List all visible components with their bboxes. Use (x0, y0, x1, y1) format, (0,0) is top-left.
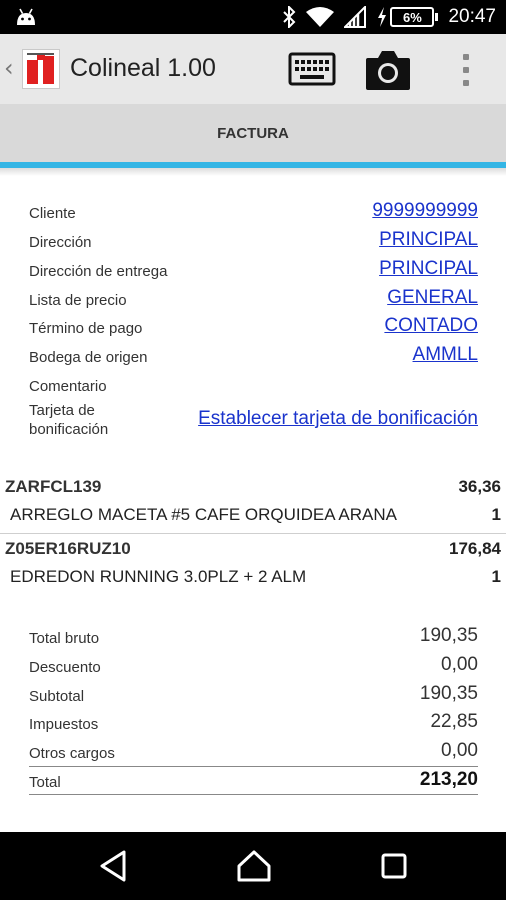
total-value: 190,35 (419, 683, 478, 704)
camera-icon[interactable] (364, 46, 412, 92)
recents-nav-icon[interactable] (374, 846, 414, 886)
home-nav-icon[interactable] (234, 846, 274, 886)
field-label: Término de pago (29, 320, 143, 337)
tab-factura[interactable]: FACTURA (0, 104, 506, 162)
field-value-link[interactable]: GENERAL (387, 287, 478, 309)
grand-total-label: Total (29, 774, 61, 791)
field-value-link[interactable]: PRINCIPAL (379, 258, 478, 280)
battery-charging-icon (378, 7, 387, 27)
field-label: Dirección (29, 234, 92, 251)
clock: 20:47 (448, 6, 496, 27)
total-value: 190,35 (419, 625, 478, 646)
item-amount: 176,84 (449, 539, 501, 558)
keyboard-icon[interactable] (288, 52, 336, 86)
bonus-card-label: Tarjeta de bonificación (29, 402, 109, 438)
field-label: Lista de precio (29, 292, 127, 309)
total-value: 0,00 (441, 740, 478, 761)
field-value-link[interactable]: CONTADO (384, 315, 478, 337)
total-label: Subtotal (29, 688, 85, 705)
android-icon (17, 8, 35, 25)
total-value: 0,00 (441, 654, 478, 675)
total-separator (29, 766, 478, 767)
item-description[interactable]: EDREDON RUNNING 3.0PLZ + 2 ALM (10, 567, 306, 587)
colineal-logo-icon (27, 53, 54, 84)
total-label: Impuestos (29, 716, 99, 733)
back-nav-icon[interactable] (94, 846, 134, 886)
battery-indicator: 6% (376, 7, 439, 27)
item-code[interactable]: Z05ER16RUZ10 (5, 539, 131, 559)
field-label: Bodega de origen (29, 349, 148, 366)
total-label: Otros cargos (29, 745, 115, 762)
item-quantity: 1 (491, 505, 501, 524)
item-amount: 36,36 (458, 477, 501, 496)
action-bar: ‹ Colineal 1.00 (0, 34, 506, 104)
grand-total-value: 213,20 (419, 769, 478, 790)
wifi-icon (306, 7, 335, 27)
field-label: Dirección de entrega (29, 263, 168, 280)
battery-percent: 6% (390, 7, 435, 27)
total-label: Descuento (29, 659, 101, 676)
field-value-link[interactable]: AMMLL (413, 344, 478, 366)
item-divider (0, 533, 506, 534)
item-description[interactable]: ARREGLO MACETA #5 CAFE ORQUIDEA ARANA (10, 505, 397, 525)
set-bonus-card-link[interactable]: Establecer tarjeta de bonificación (198, 408, 478, 430)
overflow-menu-icon[interactable] (454, 52, 478, 88)
status-bar: 6% 20:47 (0, 0, 506, 34)
item-quantity: 1 (491, 567, 501, 586)
total-underline (29, 794, 478, 795)
field-label: Comentario (29, 378, 107, 395)
field-value-link[interactable]: PRINCIPAL (379, 229, 478, 251)
signal-icon (344, 6, 367, 28)
total-value: 22,85 (430, 711, 478, 732)
bluetooth-icon (283, 6, 296, 28)
item-code[interactable]: ZARFCL139 (5, 477, 101, 497)
app-logo[interactable] (22, 49, 60, 89)
navigation-bar (0, 832, 506, 900)
field-value-link[interactable]: 9999999999 (372, 200, 478, 222)
tab-bar: FACTURA (0, 104, 506, 162)
app-title: Colineal 1.00 (70, 54, 216, 82)
total-label: Total bruto (29, 630, 100, 647)
back-chevron-icon[interactable]: ‹ (4, 56, 14, 80)
field-label: Cliente (29, 205, 76, 222)
